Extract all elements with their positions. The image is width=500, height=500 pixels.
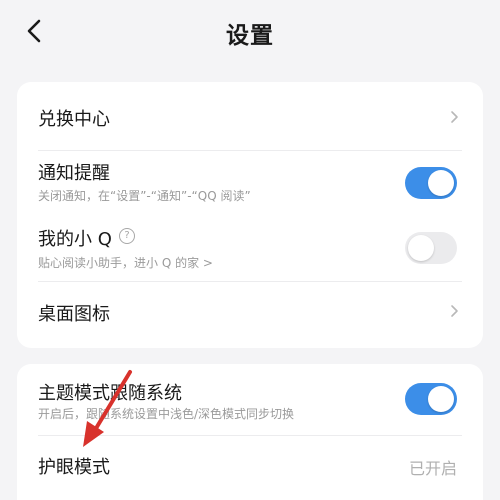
settings-item-description[interactable]: 贴心阅读小助手，进小 Q 的家 > bbox=[38, 254, 213, 271]
eye-protection-status: 已开启 bbox=[408, 459, 457, 478]
settings-group-general: 兑换中心 通知提醒 关闭通知，在“设置”-“通知”-“QQ 阅读” 我的小 Q … bbox=[17, 82, 483, 348]
settings-item-my-little-q: 我的小 Q ? 贴心阅读小助手，进小 Q 的家 > bbox=[17, 215, 483, 281]
toggle-knob bbox=[428, 386, 454, 412]
settings-item-label: 桌面图标 bbox=[38, 304, 110, 325]
settings-page: 设置 兑换中心 通知提醒 关闭通知，在“设置”-“通知”-“QQ 阅读” 我的小… bbox=[0, 0, 500, 500]
settings-item-desktop-icon[interactable]: 桌面图标 bbox=[17, 282, 483, 348]
chevron-right-icon bbox=[451, 111, 458, 123]
settings-item-label: 通知提醒 bbox=[38, 163, 110, 184]
settings-item-label: 护眼模式 bbox=[38, 457, 110, 478]
question-circle-icon[interactable]: ? bbox=[119, 228, 135, 244]
settings-item-eye-protection[interactable]: 护眼模式 已开启 bbox=[17, 436, 483, 496]
settings-item-description: 开启后，跟随系统设置中浅色/深色模式同步切换 bbox=[38, 407, 295, 421]
settings-group-display: 主题模式跟随系统 开启后，跟随系统设置中浅色/深色模式同步切换 护眼模式 已开启 bbox=[17, 364, 483, 500]
settings-item-description: 关闭通知，在“设置”-“通知”-“QQ 阅读” bbox=[38, 189, 251, 203]
settings-item-theme-follow-system: 主题模式跟随系统 开启后，跟随系统设置中浅色/深色模式同步切换 bbox=[17, 364, 483, 434]
notifications-toggle[interactable] bbox=[405, 167, 457, 199]
toggle-knob bbox=[428, 170, 454, 196]
chevron-right-icon bbox=[451, 305, 458, 317]
page-title: 设置 bbox=[226, 23, 274, 49]
settings-item-label: 我的小 Q bbox=[38, 229, 112, 250]
settings-item-label: 兑换中心 bbox=[38, 109, 110, 130]
theme-follow-system-toggle[interactable] bbox=[405, 383, 457, 415]
header: 设置 bbox=[0, 0, 500, 64]
settings-item-redeem-center[interactable]: 兑换中心 bbox=[17, 82, 483, 150]
my-little-q-toggle[interactable] bbox=[405, 232, 457, 264]
settings-item-label: 主题模式跟随系统 bbox=[38, 383, 182, 404]
toggle-knob bbox=[408, 235, 434, 261]
settings-item-notifications: 通知提醒 关闭通知，在“设置”-“通知”-“QQ 阅读” bbox=[17, 151, 483, 215]
